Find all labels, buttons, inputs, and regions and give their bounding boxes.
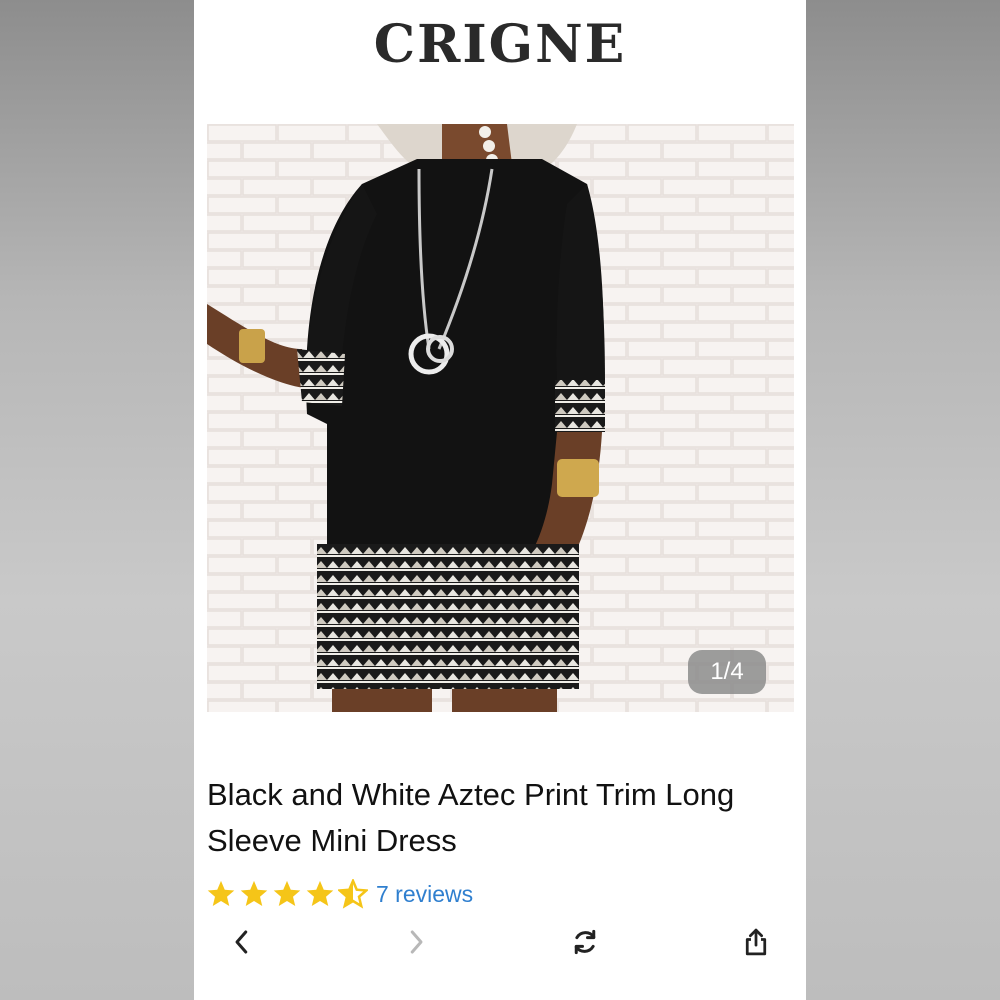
brand-logo: CRIGNE: [373, 14, 627, 75]
rating-stars: [206, 879, 368, 909]
back-chevron-icon: [235, 930, 248, 954]
right-background: [806, 0, 1000, 1000]
product-rating[interactable]: 7 reviews: [206, 876, 473, 912]
star-full-icon: [306, 880, 334, 906]
left-background: [0, 0, 194, 1000]
browser-toolbar: [194, 918, 806, 964]
share-button[interactable]: [736, 922, 776, 962]
product-page: CRIGNE 1/4 Black and White Aztec Print T…: [194, 0, 806, 1000]
image-page-indicator: 1/4: [688, 650, 766, 694]
back-button[interactable]: [222, 922, 262, 962]
refresh-button[interactable]: [565, 922, 605, 962]
forward-chevron-icon: [410, 930, 423, 954]
dress-photo-illustration: [207, 124, 794, 712]
refresh-icon: [574, 929, 596, 955]
product-photo[interactable]: 1/4: [207, 124, 794, 712]
product-title: Black and White Aztec Print Trim Long Sl…: [207, 777, 735, 858]
star-full-icon: [273, 880, 301, 906]
star-full-icon: [207, 880, 235, 906]
star-full-icon: [240, 880, 268, 906]
share-icon: [745, 928, 767, 956]
star-half-icon: [338, 879, 368, 909]
forward-button[interactable]: [396, 922, 436, 962]
reviews-link[interactable]: 7 reviews: [376, 881, 473, 908]
